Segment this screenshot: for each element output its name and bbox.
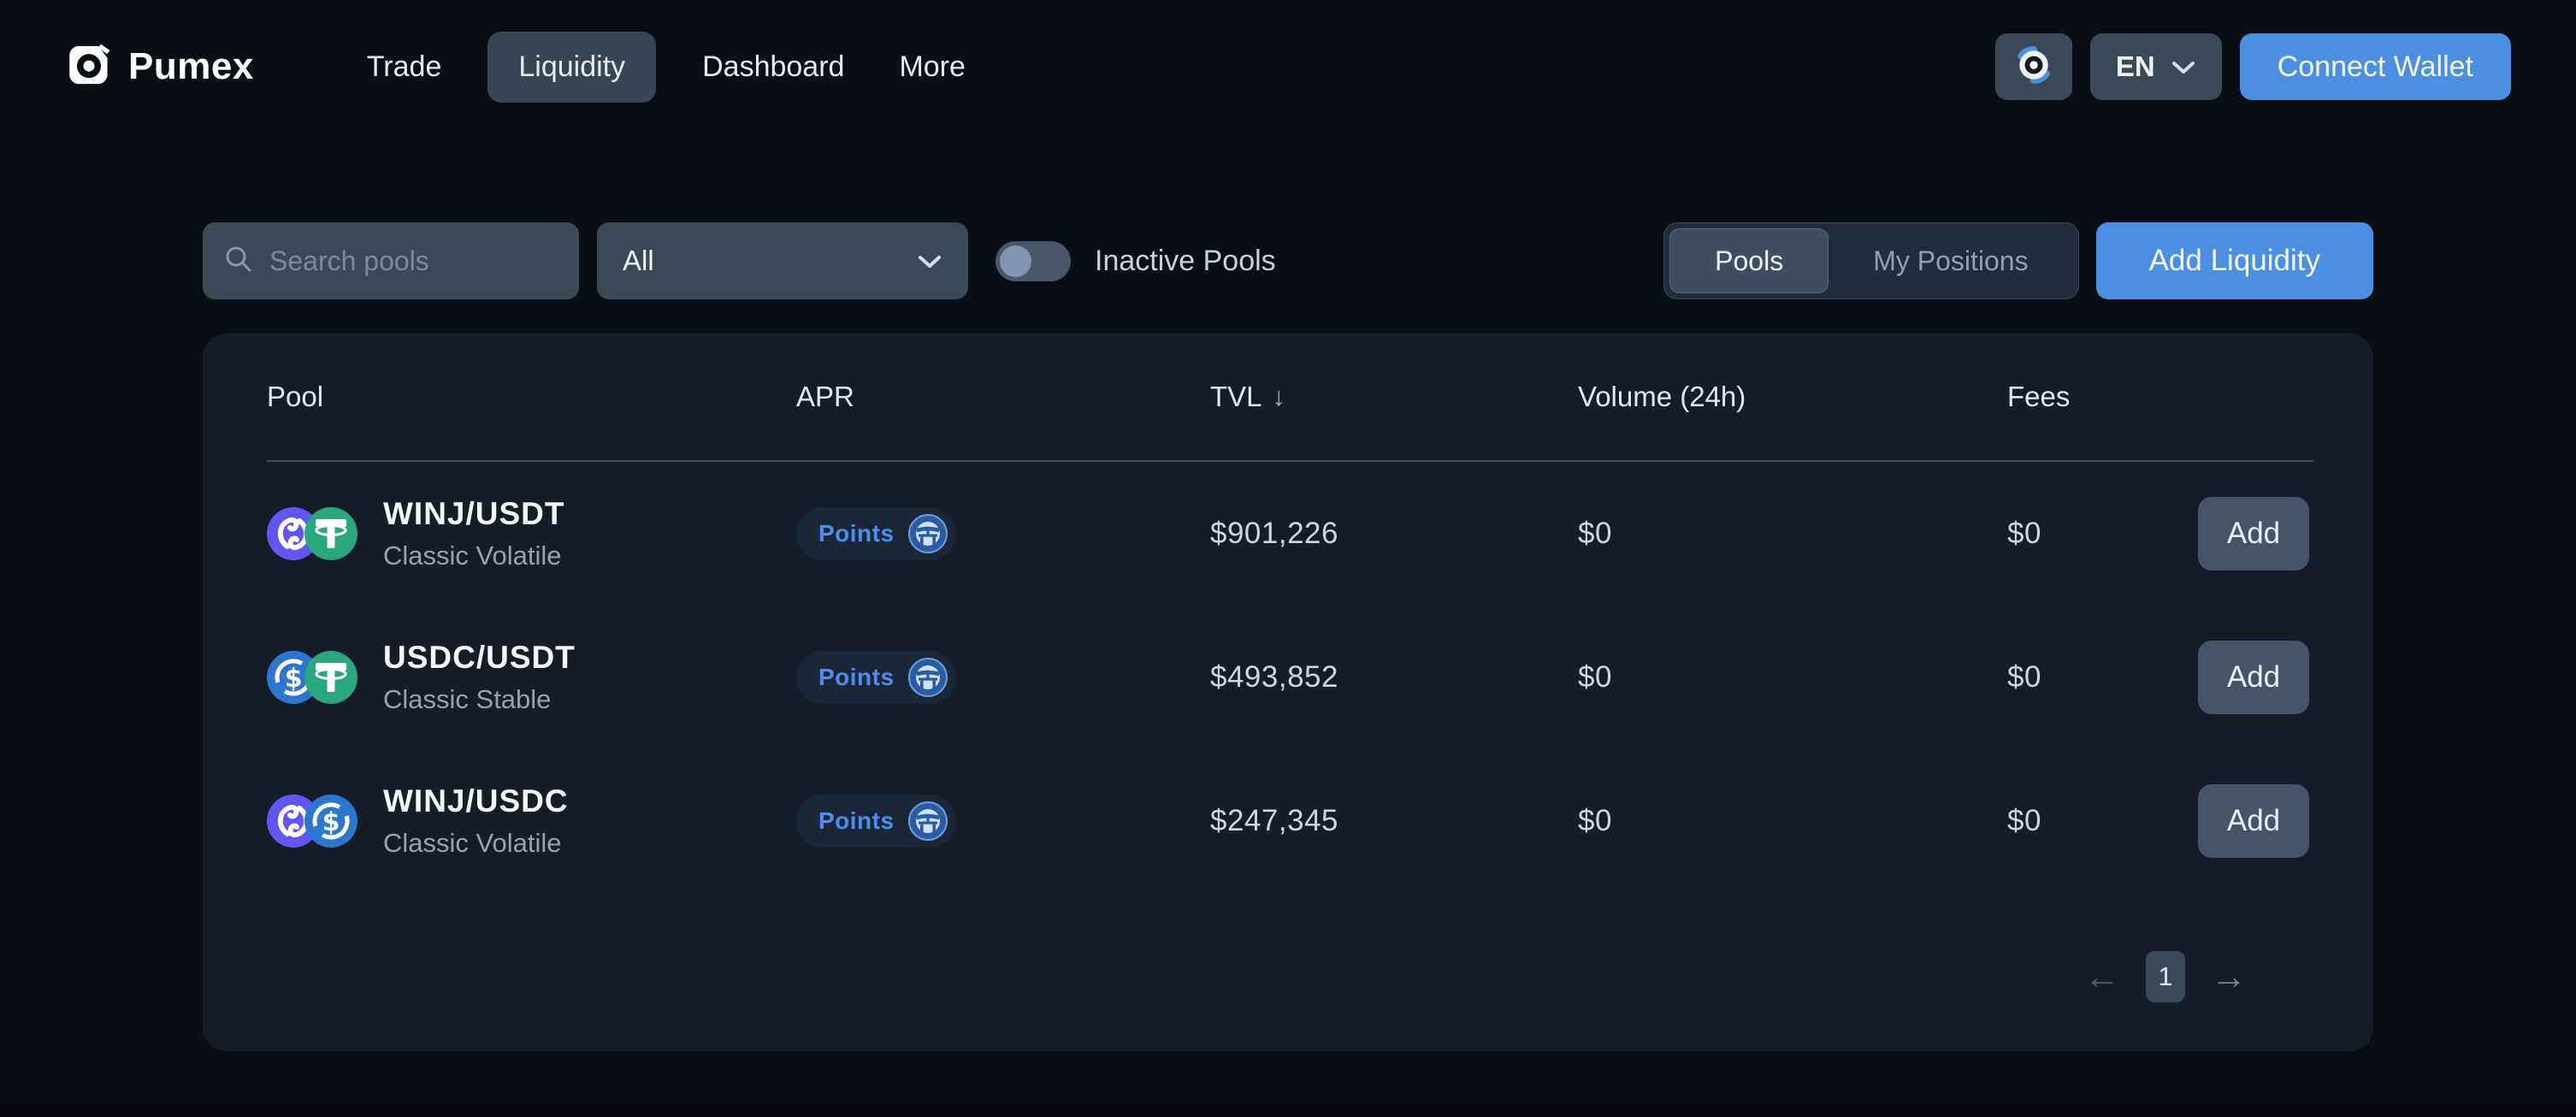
- tvl-value: $901,226: [1210, 517, 1578, 551]
- add-button[interactable]: Add: [2198, 641, 2309, 714]
- pool-type-select[interactable]: All: [597, 222, 968, 299]
- bottom-strip: [0, 1103, 2576, 1117]
- language-code: EN: [2116, 50, 2155, 83]
- liquidity-page: All Inactive Pools Pools My Positions Ad…: [203, 222, 2373, 1051]
- column-header-apr: APR: [796, 381, 1210, 413]
- column-header-pool: Pool: [267, 381, 796, 413]
- pool-pair: USDC/USDT: [383, 640, 576, 676]
- volume-value: $0: [1578, 804, 2007, 838]
- inactive-pools-control: Inactive Pools: [996, 241, 1276, 281]
- token-pair-icons: $: [267, 651, 357, 704]
- header: Pumex Trade Liquidity Dashboard More EN …: [0, 0, 2576, 133]
- pool-name-block: WINJ/USDC Classic Volatile: [383, 783, 569, 859]
- table-row[interactable]: $ USDC/USDT Classic Stable Points $493,8…: [267, 606, 2313, 749]
- table-header: Pool APR TVL ↓ Volume (24h) Fees: [267, 334, 2313, 462]
- filter-bar: All Inactive Pools Pools My Positions Ad…: [203, 222, 2373, 299]
- prev-page-icon[interactable]: ←: [2084, 959, 2120, 995]
- toggle-knob: [1000, 245, 1031, 277]
- tvl-header-label: TVL: [1210, 381, 1262, 413]
- points-badge[interactable]: Points: [796, 507, 956, 560]
- torii-coin-icon: [908, 514, 948, 553]
- sort-desc-icon: ↓: [1273, 381, 1286, 412]
- add-button[interactable]: Add: [2198, 784, 2309, 858]
- search-icon: [223, 244, 254, 279]
- pool-type: Classic Volatile: [383, 541, 565, 571]
- pool-name-block: WINJ/USDT Classic Volatile: [383, 496, 565, 571]
- column-header-volume: Volume (24h): [1578, 381, 2007, 413]
- coin-icon: [2012, 44, 2055, 91]
- nav-item-more[interactable]: More: [890, 32, 973, 103]
- tvl-value: $247,345: [1210, 804, 1578, 838]
- torii-coin-icon: [908, 801, 948, 841]
- volume-value: $0: [1578, 517, 2007, 551]
- points-badge[interactable]: Points: [796, 795, 956, 848]
- language-selector[interactable]: EN: [2090, 33, 2222, 100]
- usdt-token-icon: [304, 507, 357, 560]
- volume-value: $0: [1578, 660, 2007, 694]
- pool-type: Classic Volatile: [383, 828, 569, 859]
- connect-wallet-button[interactable]: Connect Wallet: [2240, 33, 2511, 100]
- main-nav: Trade Liquidity Dashboard More: [358, 32, 974, 103]
- token-pair-icons: $: [267, 795, 357, 848]
- fees-value: $0: [2007, 517, 2198, 551]
- inactive-pools-toggle[interactable]: [996, 241, 1071, 281]
- apr-cell: Points: [796, 651, 1210, 704]
- add-liquidity-button[interactable]: Add Liquidity: [2096, 222, 2373, 299]
- nav-item-trade[interactable]: Trade: [358, 32, 451, 103]
- search-input[interactable]: [269, 245, 558, 277]
- pool-pair: WINJ/USDT: [383, 496, 565, 532]
- chevron-down-icon: [917, 245, 942, 277]
- usdt-token-icon: [304, 651, 357, 704]
- page-number[interactable]: 1: [2146, 951, 2185, 1002]
- inactive-pools-label: Inactive Pools: [1095, 245, 1276, 278]
- pumex-logo-icon: [65, 41, 113, 93]
- brand[interactable]: Pumex: [65, 41, 254, 93]
- tab-my-positions[interactable]: My Positions: [1829, 228, 2072, 293]
- points-label: Points: [818, 807, 895, 835]
- fees-value: $0: [2007, 804, 2198, 838]
- points-label: Points: [818, 520, 895, 547]
- points-badge[interactable]: Points: [796, 651, 956, 704]
- search-box: [203, 222, 579, 299]
- column-header-tvl[interactable]: TVL ↓: [1210, 381, 1578, 413]
- column-header-fees: Fees: [2007, 381, 2198, 413]
- pool-type: Classic Stable: [383, 684, 576, 715]
- view-tabs: Pools My Positions: [1663, 222, 2078, 299]
- svg-text:$: $: [322, 807, 340, 837]
- fees-value: $0: [2007, 660, 2198, 694]
- pools-card: Pool APR TVL ↓ Volume (24h) Fees WINJ/US…: [203, 334, 2373, 1051]
- apr-cell: Points: [796, 795, 1210, 848]
- svg-text:$: $: [285, 664, 303, 694]
- pagination: ← 1 →: [267, 951, 2313, 1002]
- chevron-down-icon: [2171, 50, 2196, 83]
- pool-name-block: USDC/USDT Classic Stable: [383, 640, 576, 715]
- tab-pools[interactable]: Pools: [1669, 228, 1829, 293]
- torii-coin-icon: [908, 658, 948, 697]
- pool-type-selected-value: All: [623, 245, 654, 277]
- header-right: EN Connect Wallet: [1995, 33, 2511, 100]
- pool-cell: WINJ/USDT Classic Volatile: [267, 496, 796, 571]
- points-label: Points: [818, 664, 895, 691]
- pool-cell: $ USDC/USDT Classic Stable: [267, 640, 796, 715]
- brand-name: Pumex: [128, 45, 254, 88]
- pool-cell: $ WINJ/USDC Classic Volatile: [267, 783, 796, 859]
- rewards-coin-button[interactable]: [1995, 33, 2072, 100]
- usdc-token-icon: $: [304, 795, 357, 848]
- add-button[interactable]: Add: [2198, 497, 2309, 570]
- next-page-icon[interactable]: →: [2211, 959, 2247, 995]
- filter-right: Pools My Positions Add Liquidity: [1663, 222, 2373, 299]
- token-pair-icons: [267, 507, 357, 560]
- tvl-value: $493,852: [1210, 660, 1578, 694]
- nav-item-dashboard[interactable]: Dashboard: [694, 32, 853, 103]
- pool-pair: WINJ/USDC: [383, 783, 569, 819]
- table-row[interactable]: WINJ/USDT Classic Volatile Points $901,2…: [267, 462, 2313, 606]
- table-row[interactable]: $ WINJ/USDC Classic Volatile Points $247…: [267, 749, 2313, 893]
- apr-cell: Points: [796, 507, 1210, 560]
- nav-item-liquidity[interactable]: Liquidity: [487, 32, 656, 103]
